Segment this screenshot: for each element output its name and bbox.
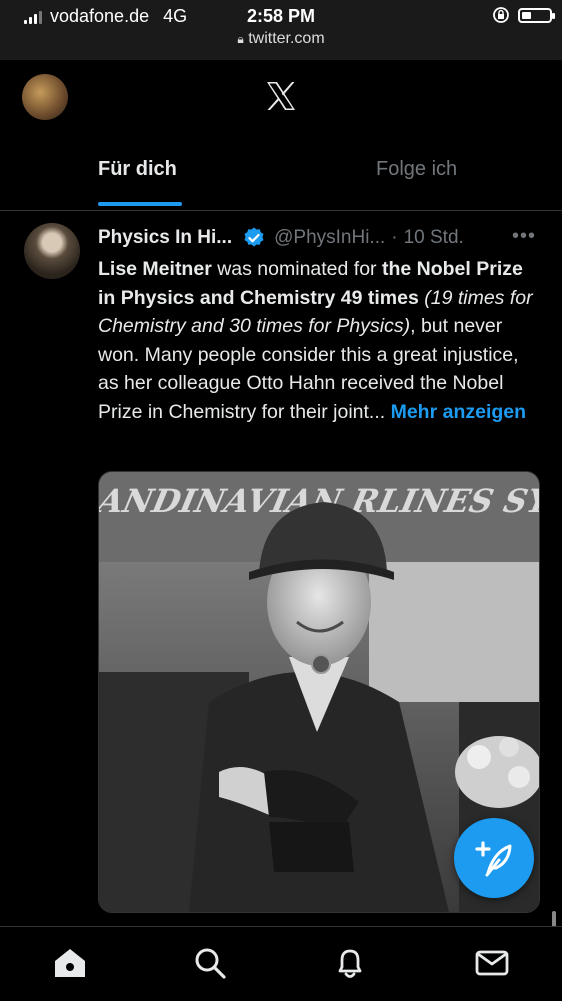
x-logo-icon[interactable] <box>263 78 299 114</box>
tweet-text-2: was nominated for <box>211 258 382 280</box>
battery-fill <box>522 11 531 19</box>
bottom-tab-bar <box>0 926 562 1001</box>
timeline-header: Für dich Folge ich <box>0 60 562 211</box>
show-more-link[interactable]: Mehr anzeigen <box>391 401 526 423</box>
compose-tweet-button[interactable] <box>454 818 534 898</box>
home-icon[interactable] <box>52 945 88 981</box>
status-bar: vodafone.de 4G 2:58 PM 🔒︎ twitter.com <box>0 0 562 60</box>
notifications-icon[interactable] <box>332 945 368 981</box>
verified-badge-icon <box>244 227 264 247</box>
tweet-time[interactable]: 10 Std. <box>404 227 464 249</box>
tweet-text: Lise Meitner was nominated for the Nobel… <box>98 255 543 426</box>
search-icon[interactable] <box>192 945 228 981</box>
my-avatar[interactable] <box>22 74 68 120</box>
author-name[interactable]: Physics In Hi... <box>98 227 232 249</box>
tweet-header: Physics In Hi... @PhysInHi... · 10 Std. <box>98 226 542 250</box>
active-tab-indicator <box>98 202 182 206</box>
more-options-icon[interactable]: ••• <box>512 225 536 248</box>
messages-icon[interactable] <box>474 945 510 981</box>
clock: 2:58 PM <box>246 6 316 26</box>
battery-icon <box>518 7 555 23</box>
tweet-text-bold-1: Lise Meitner <box>98 258 212 280</box>
url-bar[interactable]: 🔒︎ twitter.com <box>0 30 562 48</box>
lock-icon: 🔒︎ <box>237 32 244 46</box>
author-handle[interactable]: @PhysInHi... <box>274 227 385 249</box>
author-avatar[interactable] <box>24 223 80 279</box>
separator-dot: · <box>391 227 398 248</box>
tab-following[interactable]: Folge ich <box>376 158 457 181</box>
tab-for-you[interactable]: Für dich <box>98 158 177 181</box>
rotation-lock-icon <box>493 7 509 23</box>
status-right <box>492 6 555 24</box>
compose-feather-icon <box>475 841 512 877</box>
url-label: twitter.com <box>248 30 325 47</box>
